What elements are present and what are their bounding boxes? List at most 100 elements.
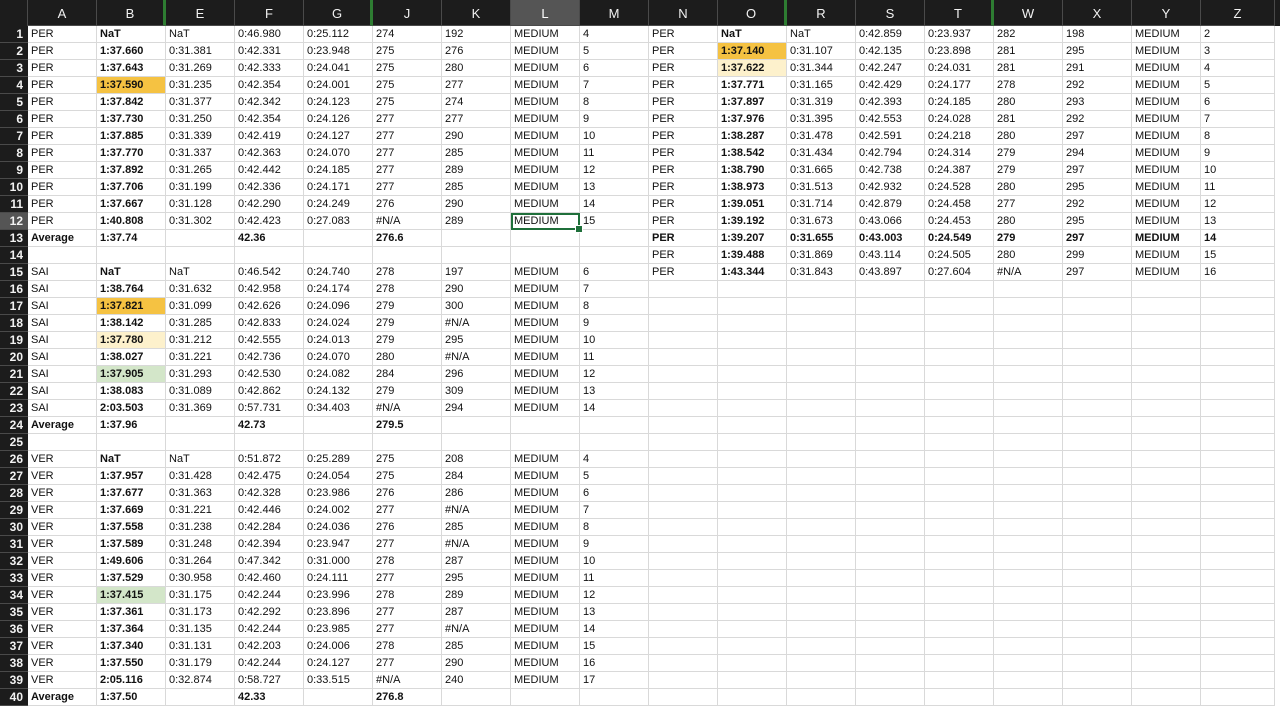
cell-J10[interactable]: 277 xyxy=(373,179,442,196)
cell-K7[interactable]: 290 xyxy=(442,128,511,145)
cell-S32[interactable] xyxy=(856,553,925,570)
cell-G22[interactable]: 0:24.132 xyxy=(304,383,373,400)
cell-S37[interactable] xyxy=(856,638,925,655)
cell-L29[interactable]: MEDIUM xyxy=(511,502,580,519)
cell-O4[interactable]: 1:37.771 xyxy=(718,77,787,94)
cell-E28[interactable]: 0:31.363 xyxy=(166,485,235,502)
column-header-R[interactable]: R xyxy=(787,0,856,26)
cell-G12[interactable]: 0:27.083 xyxy=(304,213,373,230)
cell-S10[interactable]: 0:42.932 xyxy=(856,179,925,196)
cell-Y8[interactable]: MEDIUM xyxy=(1132,145,1201,162)
cell-B31[interactable]: 1:37.589 xyxy=(97,536,166,553)
cell-N28[interactable] xyxy=(649,485,718,502)
cell-F19[interactable]: 0:42.555 xyxy=(235,332,304,349)
cell-Z26[interactable] xyxy=(1201,451,1275,468)
cell-A10[interactable]: PER xyxy=(28,179,97,196)
cell-B14[interactable] xyxy=(97,247,166,264)
cell-O28[interactable] xyxy=(718,485,787,502)
cell-T22[interactable] xyxy=(925,383,994,400)
cell-J17[interactable]: 279 xyxy=(373,298,442,315)
cell-W5[interactable]: 280 xyxy=(994,94,1063,111)
cell-T36[interactable] xyxy=(925,621,994,638)
cell-M1[interactable]: 4 xyxy=(580,26,649,43)
cell-J9[interactable]: 277 xyxy=(373,162,442,179)
cell-A19[interactable]: SAI xyxy=(28,332,97,349)
cell-S39[interactable] xyxy=(856,672,925,689)
cell-F11[interactable]: 0:42.290 xyxy=(235,196,304,213)
cell-W29[interactable] xyxy=(994,502,1063,519)
cell-X20[interactable] xyxy=(1063,349,1132,366)
column-header-L[interactable]: L xyxy=(511,0,580,26)
cell-J18[interactable]: 279 xyxy=(373,315,442,332)
cell-Z5[interactable]: 6 xyxy=(1201,94,1275,111)
cell-M2[interactable]: 5 xyxy=(580,43,649,60)
cell-L26[interactable]: MEDIUM xyxy=(511,451,580,468)
cell-T32[interactable] xyxy=(925,553,994,570)
cell-R17[interactable] xyxy=(787,298,856,315)
cell-X7[interactable]: 297 xyxy=(1063,128,1132,145)
cell-K19[interactable]: 295 xyxy=(442,332,511,349)
cell-A2[interactable]: PER xyxy=(28,43,97,60)
cell-S13[interactable]: 0:43.003 xyxy=(856,230,925,247)
cell-L12[interactable]: MEDIUM xyxy=(511,213,580,230)
cell-O9[interactable]: 1:38.790 xyxy=(718,162,787,179)
cell-M22[interactable]: 13 xyxy=(580,383,649,400)
cell-T7[interactable]: 0:24.218 xyxy=(925,128,994,145)
cell-E21[interactable]: 0:31.293 xyxy=(166,366,235,383)
cell-B39[interactable]: 2:05.116 xyxy=(97,672,166,689)
cell-G18[interactable]: 0:24.024 xyxy=(304,315,373,332)
cell-S31[interactable] xyxy=(856,536,925,553)
cell-K37[interactable]: 285 xyxy=(442,638,511,655)
cell-F23[interactable]: 0:57.731 xyxy=(235,400,304,417)
cell-S7[interactable]: 0:42.591 xyxy=(856,128,925,145)
cell-W27[interactable] xyxy=(994,468,1063,485)
cell-E4[interactable]: 0:31.235 xyxy=(166,77,235,94)
cell-T2[interactable]: 0:23.898 xyxy=(925,43,994,60)
cell-F1[interactable]: 0:46.980 xyxy=(235,26,304,43)
cell-K12[interactable]: 289 xyxy=(442,213,511,230)
cell-E23[interactable]: 0:31.369 xyxy=(166,400,235,417)
cell-E37[interactable]: 0:31.131 xyxy=(166,638,235,655)
cell-E33[interactable]: 0:30.958 xyxy=(166,570,235,587)
cell-O30[interactable] xyxy=(718,519,787,536)
cell-O36[interactable] xyxy=(718,621,787,638)
cell-G39[interactable]: 0:33.515 xyxy=(304,672,373,689)
cell-F17[interactable]: 0:42.626 xyxy=(235,298,304,315)
cell-Z14[interactable]: 15 xyxy=(1201,247,1275,264)
row-header-36[interactable]: 36 xyxy=(0,621,28,638)
cell-F16[interactable]: 0:42.958 xyxy=(235,281,304,298)
cell-R23[interactable] xyxy=(787,400,856,417)
cell-R21[interactable] xyxy=(787,366,856,383)
cell-G9[interactable]: 0:24.185 xyxy=(304,162,373,179)
cell-S30[interactable] xyxy=(856,519,925,536)
cell-F36[interactable]: 0:42.244 xyxy=(235,621,304,638)
cell-B13[interactable]: 1:37.74 xyxy=(97,230,166,247)
cell-Y9[interactable]: MEDIUM xyxy=(1132,162,1201,179)
cell-X5[interactable]: 293 xyxy=(1063,94,1132,111)
cell-E26[interactable]: NaT xyxy=(166,451,235,468)
cell-L38[interactable]: MEDIUM xyxy=(511,655,580,672)
cell-Z11[interactable]: 12 xyxy=(1201,196,1275,213)
cell-L13[interactable] xyxy=(511,230,580,247)
cell-Y16[interactable] xyxy=(1132,281,1201,298)
cell-G30[interactable]: 0:24.036 xyxy=(304,519,373,536)
cell-E15[interactable]: NaT xyxy=(166,264,235,281)
cell-Z27[interactable] xyxy=(1201,468,1275,485)
cell-N32[interactable] xyxy=(649,553,718,570)
cell-A14[interactable] xyxy=(28,247,97,264)
cell-O7[interactable]: 1:38.287 xyxy=(718,128,787,145)
cell-O38[interactable] xyxy=(718,655,787,672)
cell-M4[interactable]: 7 xyxy=(580,77,649,94)
cell-Z21[interactable] xyxy=(1201,366,1275,383)
cell-W38[interactable] xyxy=(994,655,1063,672)
cell-R10[interactable]: 0:31.513 xyxy=(787,179,856,196)
cell-N29[interactable] xyxy=(649,502,718,519)
cell-K13[interactable] xyxy=(442,230,511,247)
cell-E40[interactable] xyxy=(166,689,235,706)
cell-F20[interactable]: 0:42.736 xyxy=(235,349,304,366)
cell-X15[interactable]: 297 xyxy=(1063,264,1132,281)
cell-K23[interactable]: 294 xyxy=(442,400,511,417)
cell-J4[interactable]: 275 xyxy=(373,77,442,94)
cell-X38[interactable] xyxy=(1063,655,1132,672)
cell-S27[interactable] xyxy=(856,468,925,485)
